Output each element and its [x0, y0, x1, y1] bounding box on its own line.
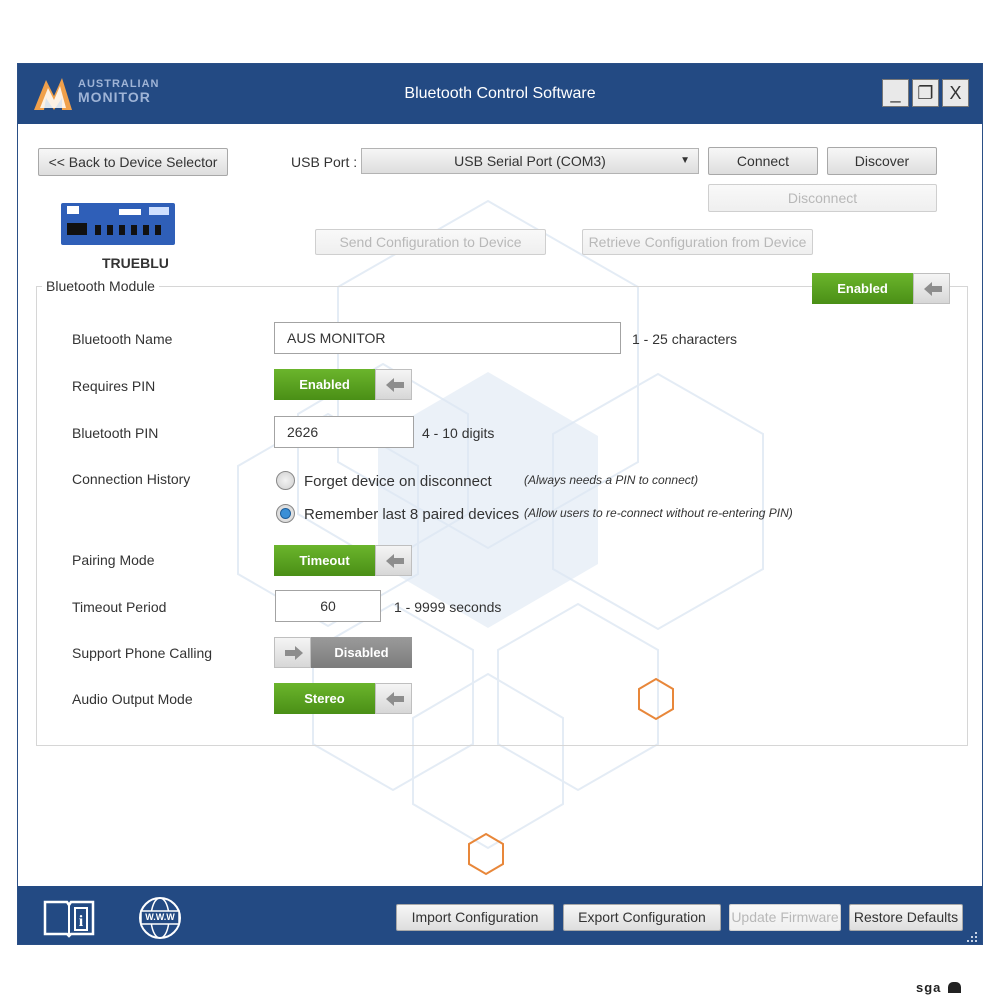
import-configuration-button[interactable]: Import Configuration: [396, 904, 554, 931]
bluetooth-name-hint: 1 - 25 characters: [632, 331, 738, 347]
arrow-left-icon: [386, 692, 404, 706]
chevron-down-icon: ▼: [680, 155, 690, 166]
bluetooth-name-label: Bluetooth Name: [72, 331, 173, 347]
minimize-button[interactable]: _: [882, 79, 909, 107]
module-enabled-state: Enabled: [812, 273, 913, 304]
support-phone-calling-toggle[interactable]: Disabled: [274, 637, 412, 668]
send-configuration-button[interactable]: Send Configuration to Device: [315, 229, 546, 255]
usb-port-value: USB Serial Port (COM3): [454, 153, 606, 169]
close-button[interactable]: X: [942, 79, 969, 107]
usb-port-select[interactable]: USB Serial Port (COM3) ▼: [361, 148, 699, 174]
back-to-device-selector-button[interactable]: << Back to Device Selector: [38, 148, 228, 176]
pairing-mode-toggle[interactable]: Timeout: [274, 545, 412, 576]
pairing-mode-label: Pairing Mode: [72, 552, 155, 568]
requires-pin-toggle[interactable]: Enabled: [274, 369, 412, 400]
sga-watermark-text: sga: [916, 980, 942, 995]
arrow-right-icon: [285, 646, 303, 660]
resize-grip-icon[interactable]: [966, 931, 978, 943]
arrow-left-icon: [386, 554, 404, 568]
timeout-period-hint: 1 - 9999 seconds: [394, 599, 502, 615]
sga-logo-icon: [948, 982, 962, 993]
bluetooth-pin-input[interactable]: 2626: [274, 416, 414, 448]
device-image: [61, 203, 175, 245]
manual-book-icon[interactable]: i: [42, 898, 96, 938]
bluetooth-name-input[interactable]: AUS MONITOR: [274, 322, 621, 354]
forget-device-label: Forget device on disconnect: [304, 473, 492, 490]
title-bar: AUSTRALIAN MONITOR Bluetooth Control Sof…: [18, 64, 982, 124]
website-globe-icon[interactable]: W.W.W: [137, 895, 183, 941]
bluetooth-module-label: Bluetooth Module: [42, 278, 159, 294]
device-name: TRUEBLU: [102, 255, 169, 271]
bluetooth-pin-hint: 4 - 10 digits: [422, 425, 495, 441]
usb-port-label: USB Port :: [291, 154, 358, 170]
remember-devices-label: Remember last 8 paired devices: [304, 506, 520, 523]
forget-device-note: (Always needs a PIN to connect): [524, 473, 699, 487]
remember-devices-radio[interactable]: [276, 504, 295, 523]
requires-pin-state: Enabled: [274, 369, 375, 400]
maximize-button[interactable]: ❐: [912, 79, 939, 107]
audio-output-mode-state: Stereo: [274, 683, 375, 714]
arrow-left-icon: [924, 282, 942, 296]
update-firmware-button[interactable]: Update Firmware: [729, 904, 841, 931]
pairing-mode-state: Timeout: [274, 545, 375, 576]
connection-history-label: Connection History: [72, 471, 191, 487]
discover-button[interactable]: Discover: [827, 147, 937, 175]
window-title: Bluetooth Control Software: [404, 85, 596, 102]
app-window: AUSTRALIAN MONITOR Bluetooth Control Sof…: [17, 63, 983, 945]
connect-button[interactable]: Connect: [708, 147, 818, 175]
module-enabled-toggle[interactable]: Enabled: [812, 273, 950, 304]
arrow-left-icon: [386, 378, 404, 392]
forget-device-radio[interactable]: [276, 471, 295, 490]
support-phone-calling-label: Support Phone Calling: [72, 645, 213, 661]
www-label: W.W.W: [145, 912, 175, 922]
disconnect-button[interactable]: Disconnect: [708, 184, 937, 212]
svg-text:i: i: [79, 913, 84, 930]
support-phone-calling-state: Disabled: [311, 637, 412, 668]
timeout-period-label: Timeout Period: [72, 599, 167, 615]
audio-output-mode-label: Audio Output Mode: [72, 691, 193, 707]
bluetooth-pin-label: Bluetooth PIN: [72, 425, 159, 441]
timeout-period-input[interactable]: 60: [275, 590, 381, 622]
footer-bar: i W.W.W Import Configuration Export Conf…: [18, 886, 982, 944]
export-configuration-button[interactable]: Export Configuration: [563, 904, 721, 931]
retrieve-configuration-button[interactable]: Retrieve Configuration from Device: [582, 229, 813, 255]
remember-devices-note: (Allow users to re-connect without re-en…: [524, 506, 793, 520]
restore-defaults-button[interactable]: Restore Defaults: [849, 904, 963, 931]
requires-pin-label: Requires PIN: [72, 378, 156, 394]
sga-watermark: sga: [916, 980, 962, 995]
audio-output-mode-toggle[interactable]: Stereo: [274, 683, 412, 714]
